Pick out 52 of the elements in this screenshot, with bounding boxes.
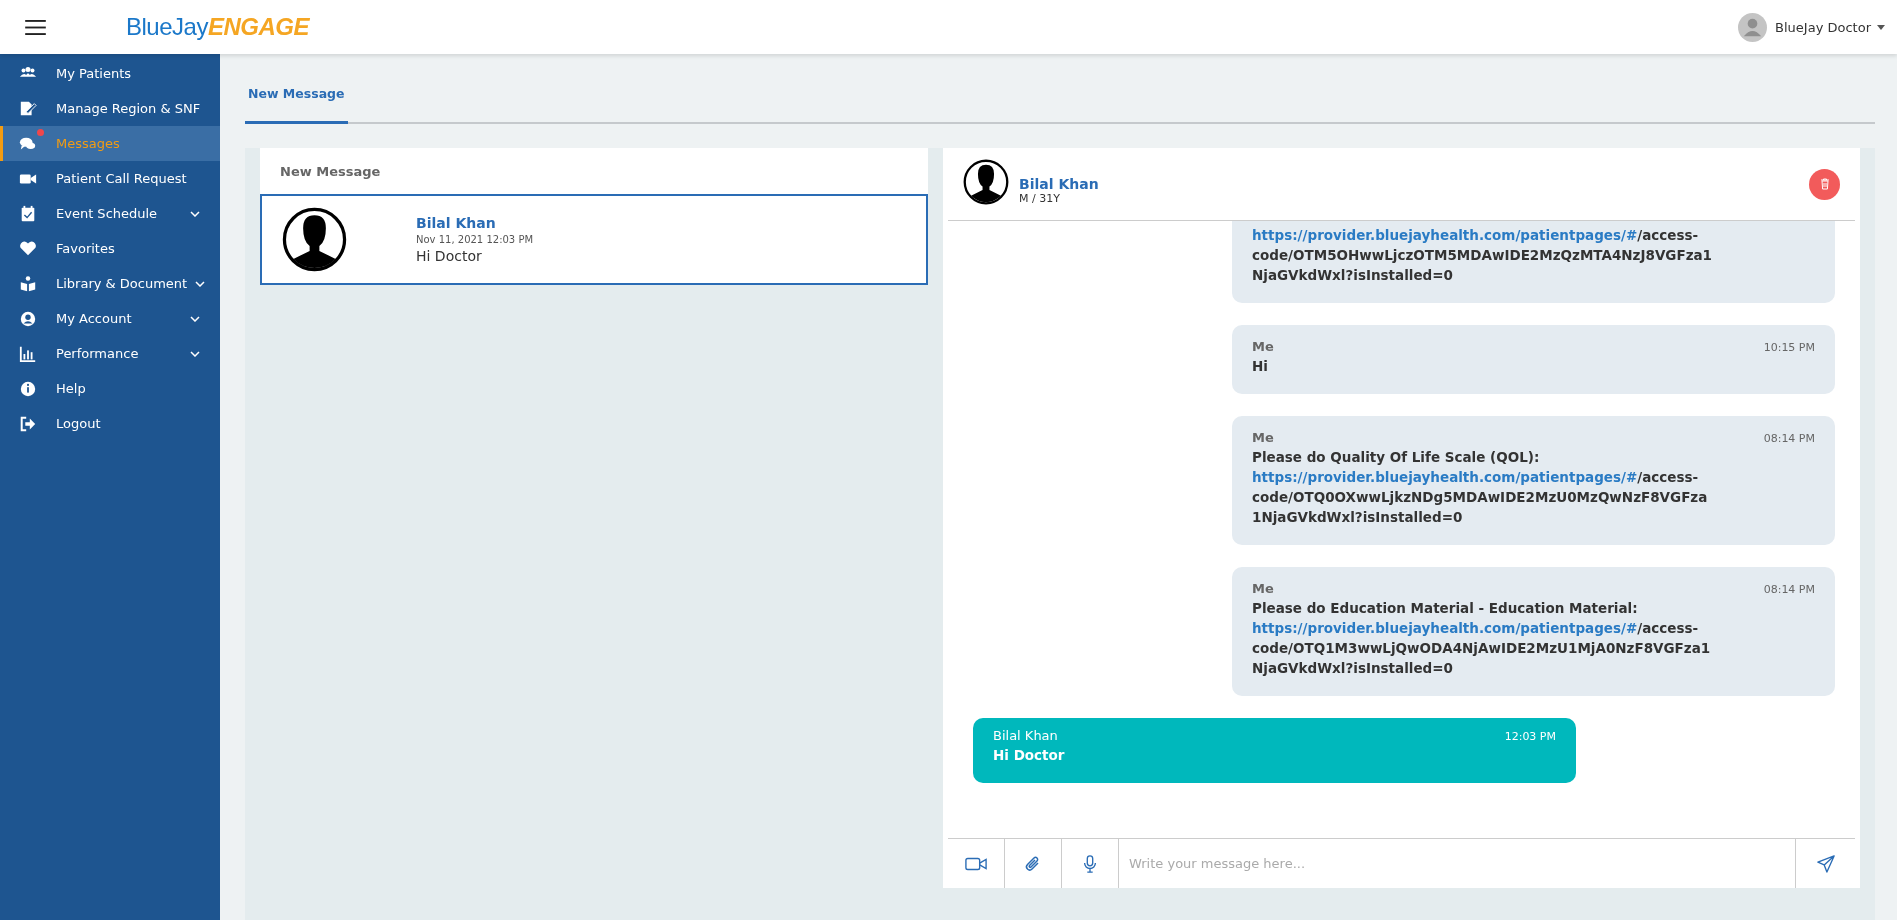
sidebar-item[interactable]: Logout: [0, 406, 220, 441]
message-preview: Hi Doctor: [416, 248, 483, 264]
message-time: 10:15 PM: [1763, 341, 1815, 354]
trash-icon: [1819, 178, 1830, 190]
avatar-icon[interactable]: [1738, 12, 1768, 42]
message-text: Hi Doctor: [993, 746, 1066, 765]
menu-icon[interactable]: [25, 19, 46, 35]
sender-name: Me: [1252, 430, 1274, 445]
delete-button[interactable]: [1809, 168, 1840, 200]
contact-details: M / 31Y: [1019, 191, 1061, 205]
avatar-icon: [282, 207, 347, 272]
sender-name: Bilal Khan: [993, 728, 1058, 743]
logout-icon: [19, 414, 37, 433]
sidebar-item[interactable]: Help: [0, 371, 220, 406]
book-icon: [19, 274, 37, 293]
message-time: Nov 11, 2021 12:03 PM: [416, 234, 534, 245]
edit-icon: [19, 99, 37, 118]
message-text: https://provider.bluejayhealth.com/patientpages/#/access- code/OTM5OHwwLjczOTM5MDAwIDE2MzQzMTA4NzJ8VGFza1 NjaGVkdWxl?isInstalled=0: [1252, 226, 1713, 285]
user-icon: [19, 309, 37, 328]
message-time: 12:03 PM: [1504, 730, 1556, 743]
message-time: 08:14 PM: [1763, 583, 1815, 596]
message-link[interactable]: https://provider.bluejayhealth.com/patientpages/#: [1252, 469, 1638, 485]
message-text: Please do Quality Of Life Scale (QOL): https://provider.bluejayhealth.com/patientpages/#/access- code/OTQ0OXwwLjkzNDg5MDAwIDE2MzU0MzQwNzF8VGFza 1NjaGVkdWxl?isInstalled=0: [1252, 448, 1709, 527]
bar-chart-icon: [19, 344, 37, 363]
avatar-icon: [963, 159, 1009, 205]
message-link[interactable]: https://provider.bluejayhealth.com/patientpages/#: [1252, 227, 1638, 243]
sender-name: Me: [1252, 339, 1274, 354]
sidebar-item[interactable]: Patient Call Request: [0, 161, 220, 196]
contact-name: Bilal Khan: [1019, 175, 1099, 192]
sidebar-item[interactable]: My Patients: [0, 56, 220, 91]
sidebar-item[interactable]: My Account: [0, 301, 220, 336]
conversation-item[interactable]: Bilal Khan Nov 11, 2021 12:03 PM Hi Doctor: [260, 194, 928, 285]
heart-icon: [19, 239, 37, 258]
message-text: Please do Education Material - Education Material: https://provider.bluejayhealth.com/patientpages/#/access- code/OTQ1M3wwLjQwODA4NjAwIDE2MzU1MjA0NzF8VGFza1 NjaGVkdWxl?isInstalled=0: [1252, 599, 1712, 678]
message-text: Hi: [1252, 357, 1269, 376]
user-menu[interactable]: BlueJay Doctor: [1775, 19, 1871, 35]
send-icon: [1814, 854, 1837, 873]
sidebar-item[interactable]: Performance: [0, 336, 220, 371]
list-title: New Message: [279, 163, 382, 181]
message-link[interactable]: https://provider.bluejayhealth.com/patientpages/#: [1252, 620, 1638, 636]
sender-name: Me: [1252, 581, 1274, 596]
logo: BlueJayENGAGE: [126, 13, 309, 41]
calendar-icon: [19, 204, 37, 223]
tab[interactable]: New Message: [245, 86, 348, 124]
caret-icon[interactable]: [1877, 24, 1885, 30]
sidebar-item[interactable]: Manage Region & SNF: [0, 91, 220, 126]
sidebar-item[interactable]: Event Schedule: [0, 196, 220, 231]
sidebar-item[interactable]: Favorites: [0, 231, 220, 266]
contact-name: Bilal Khan: [416, 215, 497, 231]
sidebar-item[interactable]: Library & Document: [0, 266, 220, 301]
info-icon: [19, 379, 37, 398]
message-time: 08:14 PM: [1763, 432, 1815, 445]
